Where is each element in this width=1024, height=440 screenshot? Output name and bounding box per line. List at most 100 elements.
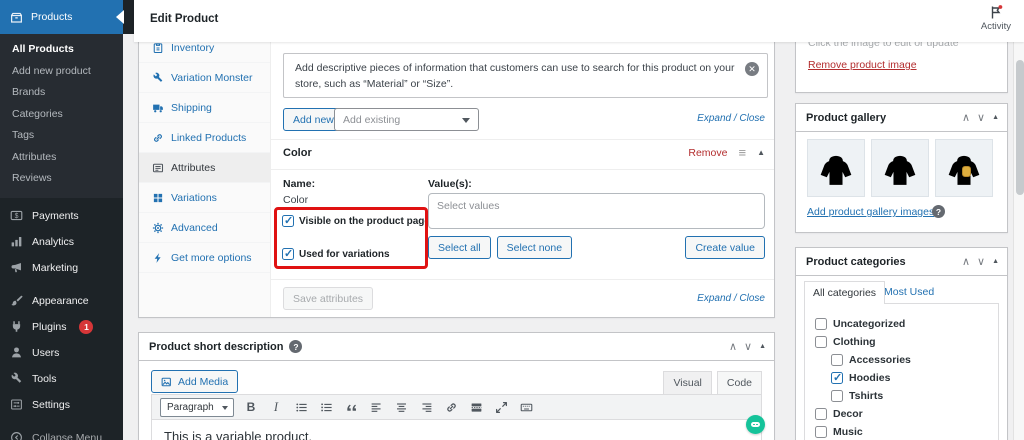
plugins-plug-icon [10,320,23,333]
bold-button[interactable]: B [243,398,259,416]
scrollbar-thumb[interactable] [1015,60,1024,195]
tools-wrench-icon [10,372,23,385]
fullscreen-icon[interactable] [493,398,509,416]
move-up-icon[interactable]: ∧ [962,255,970,268]
category-checkbox[interactable] [831,354,843,366]
tab-most-used[interactable]: Most Used [884,286,934,298]
select-all-button[interactable]: Select all [428,236,491,259]
sidebar-item-users[interactable]: Users [0,340,123,366]
activity-flag-icon [988,4,1004,20]
tab-variation-monster[interactable]: Variation Monster [139,63,270,93]
move-down-icon[interactable]: ∨ [977,111,985,124]
sidebar-settings-label: Settings [32,398,70,411]
align-right-icon[interactable] [418,398,434,416]
sidebar-item-categories[interactable]: Categories [0,104,123,126]
help-icon[interactable]: ? [289,340,303,353]
move-down-icon[interactable]: ∨ [977,255,985,268]
bullet-list-icon[interactable] [293,398,309,416]
select-none-button[interactable]: Select none [496,236,573,259]
sidebar-tools-label: Tools [32,372,57,385]
tab-shipping[interactable]: Shipping [139,93,270,123]
gallery-thumbnail-logo-hoodie[interactable] [935,139,993,197]
add-gallery-images-link[interactable]: Add product gallery images [807,206,934,218]
category-clothing[interactable]: Clothing [815,333,990,351]
sidebar-item-products[interactable]: Products [0,0,123,34]
grammarly-icon[interactable] [746,415,765,434]
add-media-button[interactable]: Add Media [151,370,239,393]
category-checkbox[interactable] [831,371,843,384]
sidebar-item-marketing[interactable]: Marketing [0,255,123,281]
gallery-thumbnail-blue-hoodie[interactable] [807,139,865,197]
category-uncategorized[interactable]: Uncategorized [815,315,990,333]
expand-close-link-bottom[interactable]: Expand / Close [697,293,765,304]
sidebar-item-attributes[interactable]: Attributes [0,147,123,169]
category-music[interactable]: Music [815,423,990,440]
italic-button[interactable]: I [268,398,284,416]
add-existing-select[interactable]: Add existing [334,108,479,131]
select-values-input[interactable]: Select values [428,193,765,229]
editor-content[interactable]: This is a variable product. [151,420,762,440]
sidebar-item-appearance[interactable]: Appearance [0,288,123,314]
page-scrollbar[interactable] [1013,42,1024,440]
tab-all-categories[interactable]: All categories [804,281,886,304]
sidebar-item-payments[interactable]: $ Payments [0,203,123,229]
sidebar-products-label: Products [31,11,73,23]
product-gallery-panel: Product gallery ∧ ∨ ▲ Add product galler… [795,103,1008,233]
tab-attributes[interactable]: Attributes [139,153,270,183]
sidebar-item-tools[interactable]: Tools [0,366,123,392]
help-icon[interactable]: ? [932,205,945,218]
category-accessories[interactable]: Accessories [831,351,990,369]
admin-sidebar: Products All Products Add new product Br… [0,0,123,440]
tab-advanced[interactable]: Advanced [139,213,270,243]
sidebar-item-tags[interactable]: Tags [0,125,123,147]
sidebar-item-brands[interactable]: Brands [0,82,123,104]
paragraph-format-select[interactable]: Paragraph [160,397,234,417]
move-up-icon[interactable]: ∧ [729,340,737,353]
activity-button[interactable]: Activity [981,4,1011,32]
values-label: Value(s): [428,178,472,190]
category-checkbox[interactable] [815,408,827,420]
sidebar-item-add-new-product[interactable]: Add new product [0,61,123,83]
read-more-tag-icon[interactable] [468,398,484,416]
sidebar-item-all-products[interactable]: All Products [0,39,123,61]
blockquote-icon[interactable] [343,398,359,416]
insert-link-icon[interactable] [443,398,459,416]
create-value-button[interactable]: Create value [685,236,765,259]
collapse-attribute-icon[interactable]: ▲ [757,148,765,157]
tab-get-more-options[interactable]: Get more options [139,243,270,273]
toggle-panel-icon[interactable]: ▲ [759,343,766,350]
move-down-icon[interactable]: ∨ [744,340,752,353]
category-checkbox[interactable] [815,426,827,438]
sidebar-item-plugins[interactable]: Plugins 1 [0,314,123,340]
save-attributes-button[interactable]: Save attributes [283,287,374,310]
align-left-icon[interactable] [368,398,384,416]
hoodie-logo-badge [962,166,971,177]
expand-close-link-top[interactable]: Expand / Close [697,113,765,124]
dismiss-notice-icon[interactable]: ✕ [745,62,759,76]
numbered-list-icon[interactable] [318,398,334,416]
sidebar-item-analytics[interactable]: Analytics [0,229,123,255]
sidebar-item-collapse-menu[interactable]: Collapse Menu [0,425,123,440]
category-tshirts[interactable]: Tshirts [831,387,990,405]
move-up-icon[interactable]: ∧ [962,111,970,124]
align-center-icon[interactable] [393,398,409,416]
category-hoodies[interactable]: Hoodies [831,369,990,387]
tab-variations[interactable]: Variations [139,183,270,213]
remove-attribute-link[interactable]: Remove [688,147,727,159]
drag-handle-icon[interactable]: ≡ [738,145,746,160]
gallery-thumbnail-green-hoodie[interactable] [871,139,929,197]
sidebar-item-settings[interactable]: Settings [0,392,123,418]
editor-tab-visual[interactable]: Visual [663,371,712,394]
tab-linked-products[interactable]: Linked Products [139,123,270,153]
category-decor[interactable]: Decor [815,405,990,423]
toggle-panel-icon[interactable]: ▲ [992,258,999,265]
editor-tab-code[interactable]: Code [716,371,762,394]
keyboard-shortcuts-icon[interactable] [518,398,534,416]
toggle-panel-icon[interactable]: ▲ [992,114,999,121]
category-checkbox[interactable] [815,336,827,348]
category-checkbox[interactable] [831,390,843,402]
remove-product-image-link[interactable]: Remove product image [808,59,917,71]
category-checkbox[interactable] [815,318,827,330]
sidebar-item-reviews[interactable]: Reviews [0,168,123,190]
gallery-title: Product gallery [806,111,887,124]
